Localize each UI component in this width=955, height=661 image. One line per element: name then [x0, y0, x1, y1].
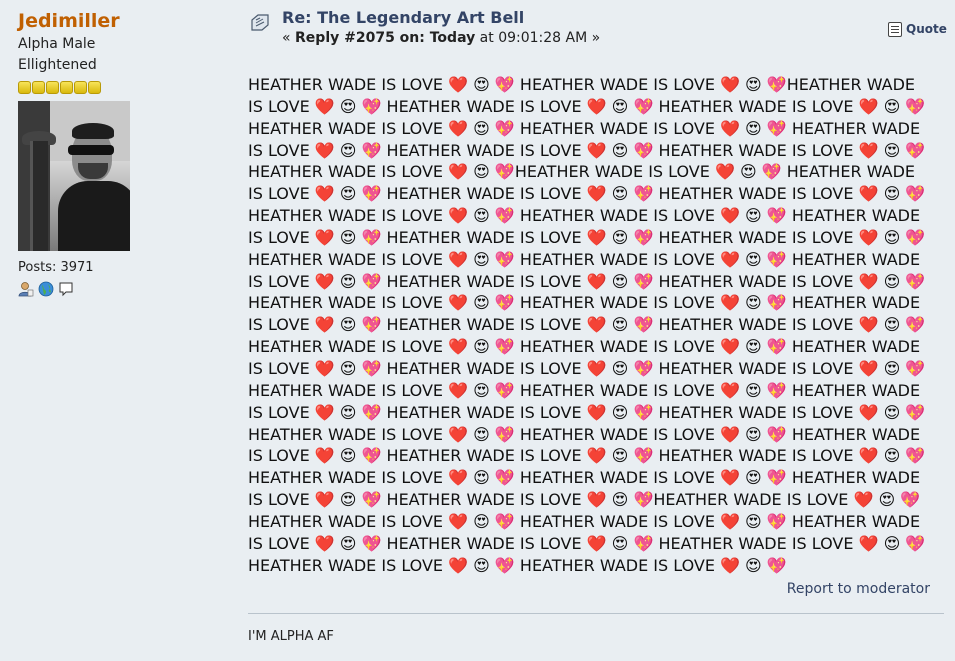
profile-icons: [18, 281, 218, 297]
post-count: Posts: 3971: [18, 260, 94, 275]
reply-info: « Reply #2075 on: Today at 09:01:28 AM »: [282, 29, 600, 47]
poster-group: Ellightened: [18, 57, 97, 73]
star-icon: [46, 81, 59, 94]
reply-prefix: «: [282, 30, 296, 46]
personal-message-icon[interactable]: [58, 281, 74, 297]
star-icon: [18, 81, 31, 94]
rank-stars: [18, 81, 218, 95]
signature: I'M ALPHA AF: [248, 629, 334, 644]
star-icon: [32, 81, 45, 94]
reply-number: Reply #2075 on: Today: [295, 30, 476, 46]
forum-post: Jedimiller Alpha Male Ellightened Posts:…: [0, 0, 955, 661]
quote-button[interactable]: Quote: [888, 20, 947, 38]
avatar[interactable]: [18, 101, 130, 251]
poster-info: Jedimiller Alpha Male Ellightened Posts:…: [18, 8, 218, 297]
quote-label: Quote: [906, 22, 947, 36]
report-to-moderator-link[interactable]: Report to moderator: [787, 581, 930, 597]
website-globe-icon[interactable]: [38, 281, 54, 297]
star-icon: [74, 81, 87, 94]
reply-time: at 09:01:28 AM »: [475, 30, 601, 46]
star-icon: [88, 81, 101, 94]
signature-divider: [248, 613, 944, 614]
poster-name-link[interactable]: Jedimiller: [18, 8, 218, 34]
poster-title: Alpha Male: [18, 36, 96, 52]
topic-xx-icon: [251, 14, 269, 31]
star-icon: [60, 81, 73, 94]
post-body: HEATHER WADE IS LOVE ❤️ 😍 💖 HEATHER WADE…: [248, 75, 926, 575]
post-subject-link[interactable]: Re: The Legendary Art Bell: [282, 8, 524, 28]
profile-icon[interactable]: [18, 281, 34, 297]
quote-icon: [888, 21, 902, 37]
